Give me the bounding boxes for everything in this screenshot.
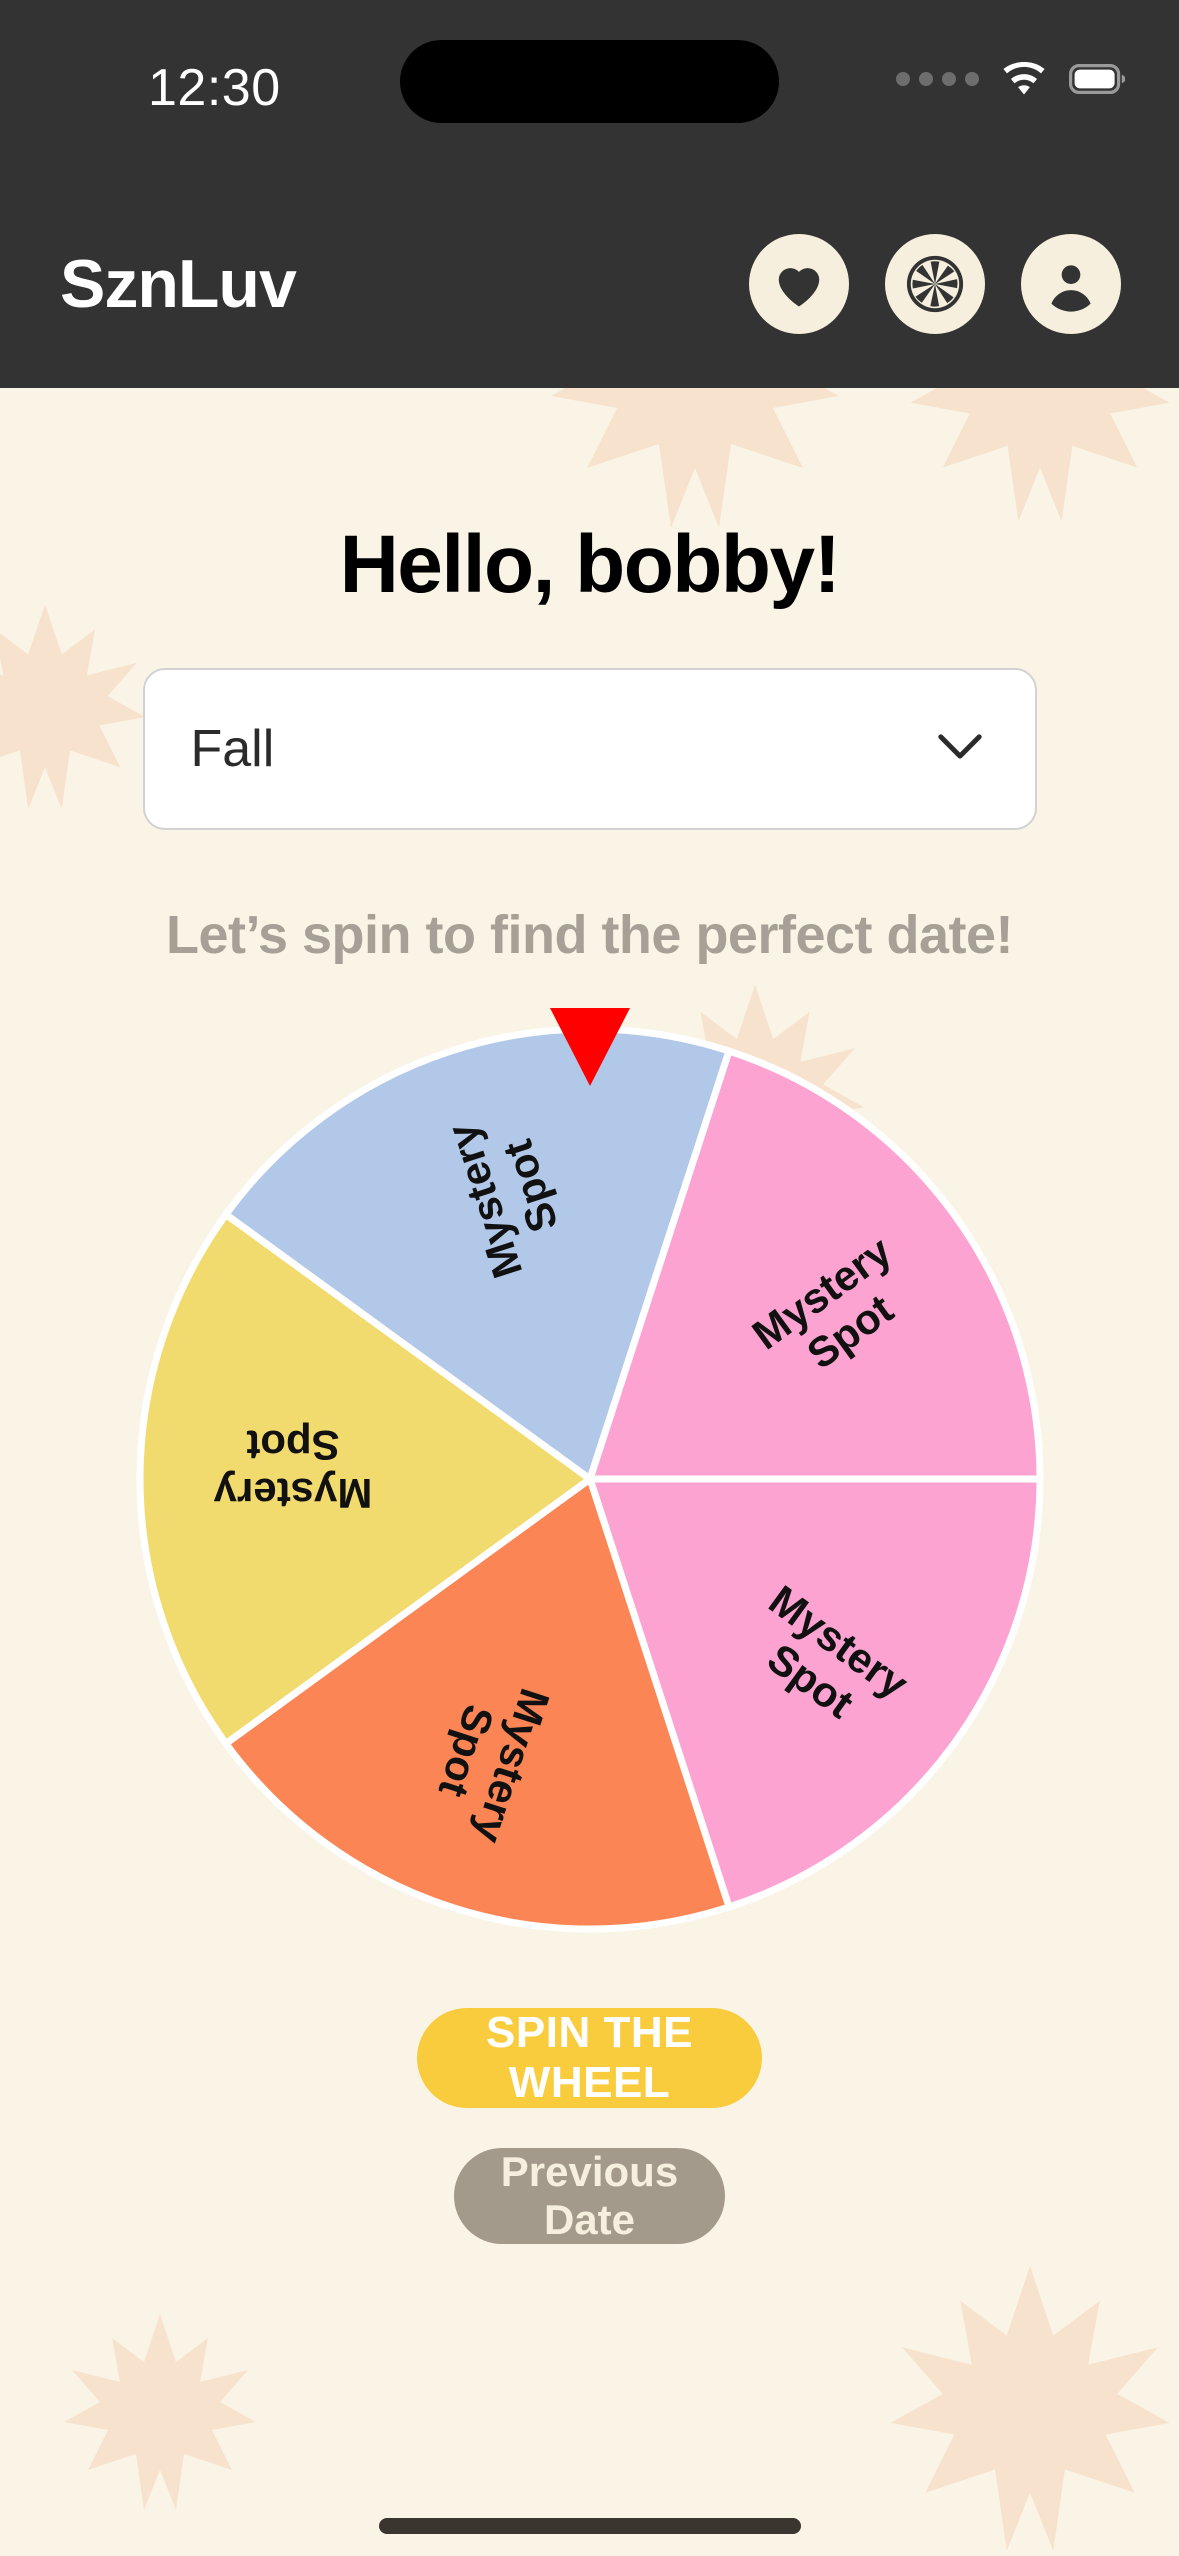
spin-wheel[interactable]: MysterySpot MysterySpot MysterySpot Mystery… — [0, 1000, 1179, 1990]
signal-dots-icon — [896, 72, 979, 86]
heart-icon — [778, 268, 820, 307]
chevron-down-icon — [937, 733, 983, 766]
app-root: 12:30 SznLuv Hello, bobby! Fall Let’s sp… — [0, 0, 1179, 2556]
wheel-button[interactable] — [885, 234, 985, 334]
main-content: Hello, bobby! Fall Let’s spin to find th… — [0, 388, 1179, 2244]
maple-leaf-icon — [890, 2265, 1170, 2551]
wheel-controls: SPIN THE WHEEL Previous Date — [0, 2008, 1179, 2244]
season-select-value: Fall — [190, 720, 275, 778]
wifi-icon — [1003, 62, 1045, 95]
previous-date-button[interactable]: Previous Date — [454, 2148, 725, 2244]
favorites-button[interactable] — [749, 234, 849, 334]
header-actions — [749, 234, 1121, 334]
dynamic-island — [400, 40, 779, 123]
status-bar-indicators — [896, 62, 1125, 96]
battery-full-icon — [1069, 64, 1125, 94]
season-select[interactable]: Fall — [142, 668, 1037, 830]
status-bar-clock: 12:30 — [148, 59, 281, 117]
app-header: SznLuv — [0, 180, 1179, 388]
spin-subtitle: Let’s spin to find the perfect date! — [165, 905, 1014, 965]
wheel-graphic[interactable]: MysterySpotMysterySpotMysterySpotMystery… — [135, 1024, 1045, 1934]
home-indicator — [378, 2518, 801, 2534]
profile-button[interactable] — [1021, 234, 1121, 334]
page-title: Hello, bobby! — [339, 519, 841, 610]
spin-the-wheel-button[interactable]: SPIN THE WHEEL — [417, 2008, 762, 2108]
pinwheel-icon — [906, 255, 964, 313]
person-icon — [1051, 265, 1091, 312]
maple-leaf-icon — [64, 2314, 256, 2510]
status-bar: 12:30 — [0, 0, 1179, 180]
wheel-pointer-icon — [549, 1008, 630, 1086]
app-title: SznLuv — [60, 246, 297, 322]
